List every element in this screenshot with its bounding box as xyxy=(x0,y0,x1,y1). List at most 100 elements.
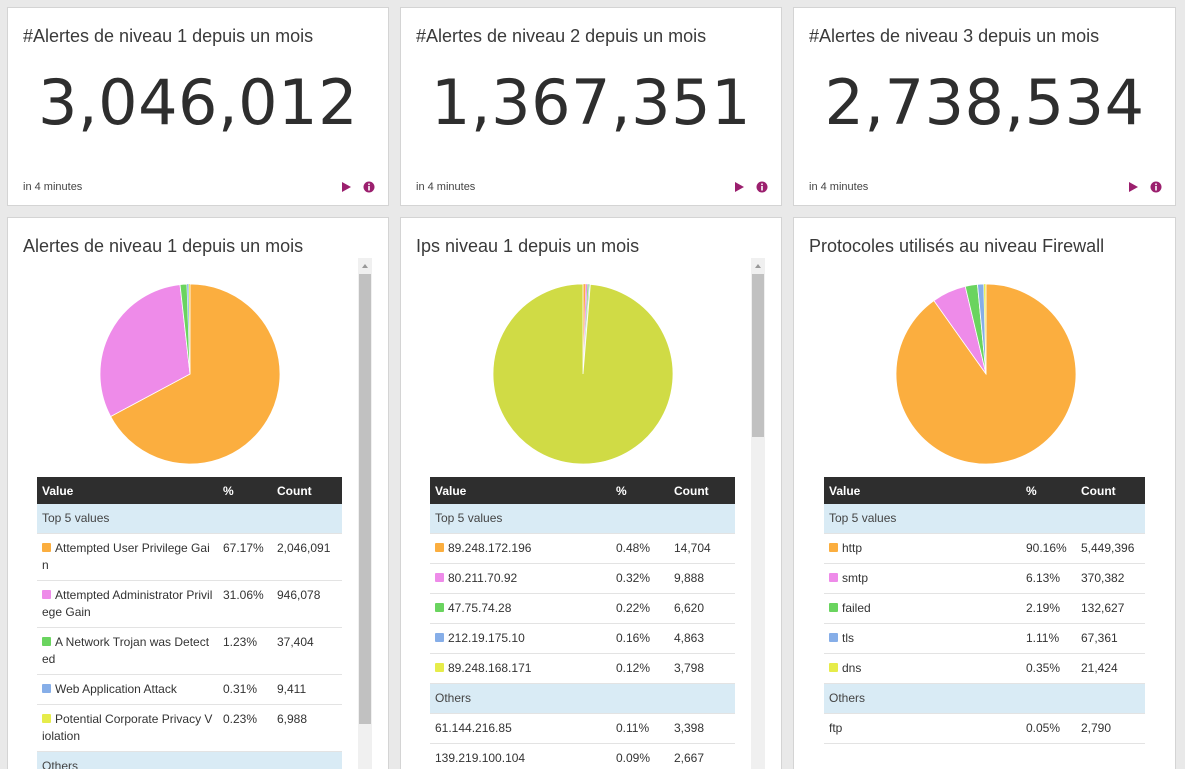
scroll-up-icon[interactable] xyxy=(358,258,372,274)
row-count: 3,398 xyxy=(669,713,735,744)
group-others: Others xyxy=(37,751,342,769)
column-header-count[interactable]: Count xyxy=(1076,477,1145,504)
legend-swatch xyxy=(829,663,838,672)
table-row[interactable]: tls 1.11% 67,361 xyxy=(824,623,1145,654)
scrollbar-thumb[interactable] xyxy=(359,274,371,724)
legend-swatch xyxy=(435,543,444,552)
table-row[interactable]: 89.248.172.196 0.48% 14,704 xyxy=(430,533,735,564)
table-row[interactable]: 139.219.100.104 0.09% 2,667 xyxy=(430,743,735,769)
scrollbar[interactable] xyxy=(751,258,765,769)
refresh-status: in 4 minutes xyxy=(23,181,83,193)
column-header-value[interactable]: Value xyxy=(37,477,218,504)
legend-swatch xyxy=(42,590,51,599)
table-row[interactable]: Web Application Attack 0.31% 9,411 xyxy=(37,674,342,705)
scroll-up-icon[interactable] xyxy=(751,258,765,274)
panel-ips-level-1: Ips niveau 1 depuis un mois Value % Coun… xyxy=(400,217,782,769)
row-count: 2,046,091 xyxy=(272,533,342,581)
card-title: #Alertes de niveau 3 depuis un mois xyxy=(809,26,1100,46)
legend-swatch xyxy=(42,714,51,723)
row-count: 14,704 xyxy=(669,533,735,564)
info-icon[interactable] xyxy=(756,181,768,193)
info-icon[interactable] xyxy=(1150,181,1162,193)
table-row[interactable]: smtp 6.13% 370,382 xyxy=(824,563,1145,594)
row-percent: 0.48% xyxy=(611,533,669,564)
table-row[interactable]: Attempted User Privilege Gain 67.17% 2,0… xyxy=(37,533,342,581)
column-header-count[interactable]: Count xyxy=(669,477,735,504)
row-count: 370,382 xyxy=(1076,563,1145,594)
values-table: Value % Count Top 5 values Attempted Use… xyxy=(37,477,342,769)
table-row[interactable]: dns 0.35% 21,424 xyxy=(824,653,1145,684)
table-row[interactable]: 212.19.175.10 0.16% 4,863 xyxy=(430,623,735,654)
legend-swatch xyxy=(829,573,838,582)
panel-title: Protocoles utilisés au niveau Firewall xyxy=(809,236,1105,256)
info-icon[interactable] xyxy=(363,181,375,193)
pie-chart[interactable] xyxy=(894,282,1078,466)
row-count: 21,424 xyxy=(1076,653,1145,684)
legend-swatch xyxy=(829,603,838,612)
card-title: #Alertes de niveau 2 depuis un mois xyxy=(416,26,707,46)
row-count: 37,404 xyxy=(272,627,342,675)
play-icon[interactable] xyxy=(340,181,352,193)
pie-chart[interactable] xyxy=(98,282,282,466)
row-value: Web Application Attack xyxy=(55,682,177,696)
table-row[interactable]: failed 2.19% 132,627 xyxy=(824,593,1145,624)
group-top-values: Top 5 values xyxy=(37,504,342,534)
table-row[interactable]: http 90.16% 5,449,396 xyxy=(824,533,1145,564)
row-percent: 0.16% xyxy=(611,623,669,654)
row-value: failed xyxy=(842,601,871,615)
group-top-values: Top 5 values xyxy=(430,504,735,534)
row-percent: 0.22% xyxy=(611,593,669,624)
column-header-percent[interactable]: % xyxy=(611,477,669,504)
row-percent: 0.12% xyxy=(611,653,669,684)
row-value: 89.248.168.171 xyxy=(448,661,532,675)
metric-value: 1,367,351 xyxy=(430,66,752,139)
table-row[interactable]: A Network Trojan was Detected 1.23% 37,4… xyxy=(37,627,342,675)
table-row[interactable]: ftp 0.05% 2,790 xyxy=(824,713,1145,744)
table-row[interactable]: 47.75.74.28 0.22% 6,620 xyxy=(430,593,735,624)
row-value: Attempted User Privilege Gain xyxy=(42,541,210,572)
scrollbar-thumb[interactable] xyxy=(752,274,764,437)
metric-value: 2,738,534 xyxy=(824,66,1145,139)
row-count: 2,790 xyxy=(1076,713,1145,744)
legend-swatch xyxy=(435,603,444,612)
table-row[interactable]: 89.248.168.171 0.12% 3,798 xyxy=(430,653,735,684)
row-percent: 90.16% xyxy=(1021,533,1076,564)
column-header-percent[interactable]: % xyxy=(218,477,272,504)
row-value: Attempted Administrator Privilege Gain xyxy=(42,588,213,619)
row-value: ftp xyxy=(824,713,1021,744)
card-title: #Alertes de niveau 1 depuis un mois xyxy=(23,26,314,46)
row-value: Potential Corporate Privacy Violation xyxy=(42,712,213,743)
table-row[interactable]: Attempted Administrator Privilege Gain 3… xyxy=(37,580,342,628)
row-percent: 0.23% xyxy=(218,704,272,752)
column-header-value[interactable]: Value xyxy=(430,477,611,504)
column-header-percent[interactable]: % xyxy=(1021,477,1076,504)
pie-chart[interactable] xyxy=(491,282,675,466)
panel-alert-level-1: Alertes de niveau 1 depuis un mois Value… xyxy=(7,217,389,769)
table-row[interactable]: 61.144.216.85 0.11% 3,398 xyxy=(430,713,735,744)
play-icon[interactable] xyxy=(1127,181,1139,193)
values-table: Value % Count Top 5 values 89.248.172.19… xyxy=(430,477,735,769)
scrollbar[interactable] xyxy=(358,258,372,769)
row-count: 6,988 xyxy=(272,704,342,752)
play-icon[interactable] xyxy=(733,181,745,193)
table-row[interactable]: Potential Corporate Privacy Violation 0.… xyxy=(37,704,342,752)
row-value: 80.211.70.92 xyxy=(448,571,518,585)
row-count: 67,361 xyxy=(1076,623,1145,654)
legend-swatch xyxy=(435,633,444,642)
row-percent: 0.11% xyxy=(611,713,669,744)
table-row[interactable]: 80.211.70.92 0.32% 9,888 xyxy=(430,563,735,594)
row-count: 5,449,396 xyxy=(1076,533,1145,564)
row-value: 212.19.175.10 xyxy=(448,631,525,645)
column-header-value[interactable]: Value xyxy=(824,477,1021,504)
pie-slice-others[interactable] xyxy=(492,283,674,465)
metric-value: 3,046,012 xyxy=(37,66,359,139)
row-count: 9,888 xyxy=(669,563,735,594)
row-value: smtp xyxy=(842,571,869,585)
stat-card-level-1: #Alertes de niveau 1 depuis un mois 3,04… xyxy=(7,7,389,206)
panel-title: Ips niveau 1 depuis un mois xyxy=(416,236,640,256)
row-value: A Network Trojan was Detected xyxy=(42,635,210,666)
row-percent: 6.13% xyxy=(1021,563,1076,594)
panel-title: Alertes de niveau 1 depuis un mois xyxy=(23,236,304,256)
column-header-count[interactable]: Count xyxy=(272,477,342,504)
row-value: http xyxy=(842,541,863,555)
